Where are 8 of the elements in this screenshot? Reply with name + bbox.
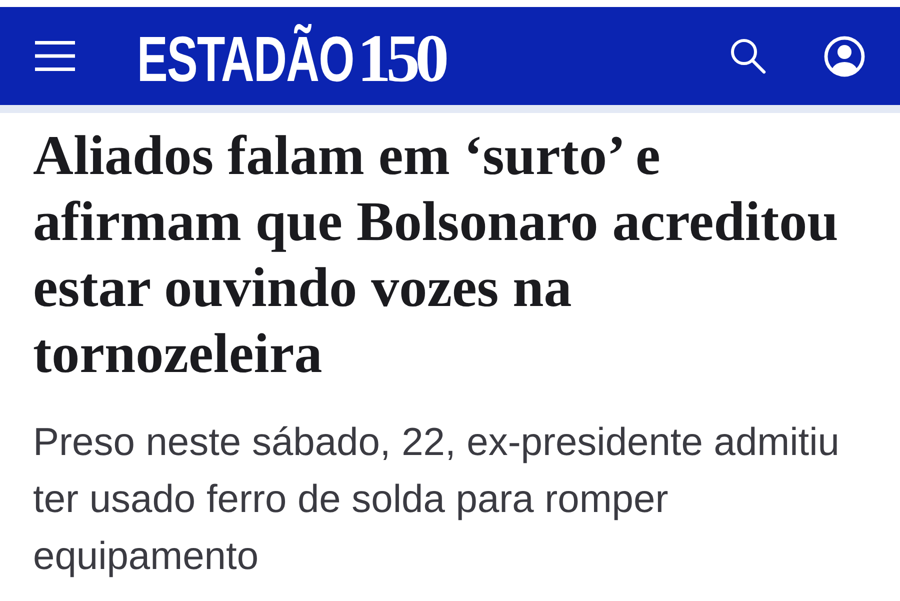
logo-wordmark: ESTADÃO: [137, 22, 354, 97]
article-subheadline: Preso neste sábado, 22, ex-presidente admitiu ter usado ferro de solda para romper equipamento: [33, 420, 840, 580]
logo-number: 150: [357, 20, 446, 96]
menu-icon[interactable]: [35, 41, 75, 71]
user-icon[interactable]: [824, 36, 865, 76]
logo-link[interactable]: ESTADÃO150: [137, 20, 450, 96]
search-icon[interactable]: [730, 38, 766, 74]
article-headline: Aliados falam em ‘surto’ e afirmam que Bolsonaro acreditou estar ouvindo vozes na tornozeleira: [33, 124, 840, 387]
